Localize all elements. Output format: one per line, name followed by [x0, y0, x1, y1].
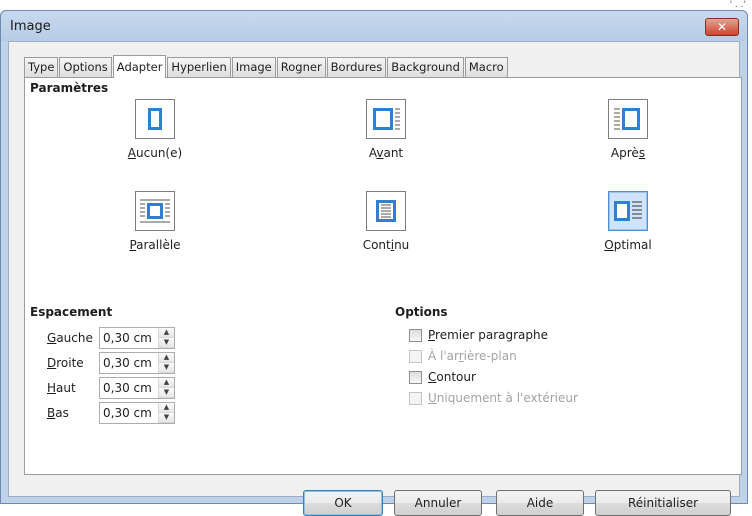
tab-strip: Type Options Adapter Hyperlien Image Rog…	[24, 55, 509, 78]
tab-image[interactable]: Image	[231, 57, 276, 77]
image-dialog: Image ✕ Type Options Adapter Hyperlien I…	[0, 10, 748, 516]
outside-only-option: Uniquement à l'extérieur	[409, 388, 578, 408]
tab-type[interactable]: Type	[24, 57, 59, 77]
spacing-bottom-row: Bas 0,30 cm ▲ ▼	[47, 402, 175, 424]
wrap-after-icon	[608, 99, 648, 139]
spacing-bottom-label: Bas	[47, 406, 69, 420]
spacing-right-row: Droite 0,30 cm ▲ ▼	[47, 352, 175, 374]
wrap-through-icon	[366, 191, 406, 231]
title-bar[interactable]: Image ✕	[1, 11, 747, 41]
wrap-label: Optimal	[604, 238, 652, 252]
contour-option[interactable]: Contour	[409, 367, 476, 387]
espacement-heading: Espacement	[30, 305, 113, 319]
first-paragraph-option[interactable]: Premier paragraphe	[409, 325, 548, 345]
help-button[interactable]: Aide	[496, 490, 584, 516]
first-paragraph-checkbox[interactable]	[409, 328, 422, 342]
spacing-left-row: Gauche 0,30 cm ▲ ▼	[47, 327, 175, 349]
wrap-optimal-icon	[608, 191, 648, 231]
parametres-heading: Paramètres	[30, 81, 109, 95]
cancel-button[interactable]: Annuler	[394, 490, 482, 516]
wrap-option-none[interactable]: Aucun(e)	[95, 99, 215, 160]
wrap-none-icon	[135, 99, 175, 139]
spacing-right-value[interactable]: 0,30 cm	[100, 356, 158, 370]
tab-adapter[interactable]: Adapter	[112, 55, 167, 78]
spin-buttons: ▲ ▼	[158, 328, 174, 348]
wrap-option-after[interactable]: Après	[568, 99, 688, 160]
corner-marks: ' . .'	[729, 0, 746, 10]
wrap-option-optimal[interactable]: Optimal	[568, 191, 688, 252]
dialog-body: Type Options Adapter Hyperlien Image Rog…	[8, 41, 742, 516]
spin-down-icon[interactable]: ▼	[159, 338, 174, 348]
spin-buttons: ▲ ▼	[158, 353, 174, 373]
wrap-option-through[interactable]: Continu	[326, 191, 446, 252]
spin-down-icon[interactable]: ▼	[159, 388, 174, 398]
background-option: À l'arrière-plan	[409, 346, 517, 366]
tab-options[interactable]: Options	[59, 57, 112, 77]
spin-up-icon[interactable]: ▲	[159, 328, 174, 338]
spacing-left-value[interactable]: 0,30 cm	[100, 331, 158, 345]
wrap-label: Aucun(e)	[127, 146, 183, 160]
tab-background[interactable]: Background	[387, 57, 464, 77]
spacing-bottom-value[interactable]: 0,30 cm	[100, 406, 158, 420]
spin-up-icon[interactable]: ▲	[159, 403, 174, 413]
wrap-label: Après	[610, 146, 646, 160]
outside-only-checkbox	[409, 391, 422, 405]
options-heading: Options	[395, 305, 448, 319]
spacing-top-value[interactable]: 0,30 cm	[100, 381, 158, 395]
wrap-parallel-icon	[135, 191, 175, 231]
spin-buttons: ▲ ▼	[158, 378, 174, 398]
spacing-top-label: Haut	[47, 381, 76, 395]
tab-hyperlien[interactable]: Hyperlien	[167, 57, 231, 77]
tab-bordures[interactable]: Bordures	[326, 57, 387, 77]
background-checkbox	[409, 349, 422, 363]
contour-label: Contour	[428, 370, 476, 384]
spin-up-icon[interactable]: ▲	[159, 353, 174, 363]
spin-buttons: ▲ ▼	[158, 403, 174, 423]
wrap-label: Avant	[368, 146, 404, 160]
spin-down-icon[interactable]: ▼	[159, 413, 174, 423]
wrap-label: Parallèle	[129, 238, 181, 252]
spin-up-icon[interactable]: ▲	[159, 378, 174, 388]
tab-rogner[interactable]: Rogner	[276, 57, 326, 77]
close-button[interactable]: ✕	[705, 18, 739, 36]
spacing-top-spinbox[interactable]: 0,30 cm ▲ ▼	[99, 377, 175, 399]
wrap-option-parallel[interactable]: Parallèle	[95, 191, 215, 252]
spacing-bottom-spinbox[interactable]: 0,30 cm ▲ ▼	[99, 402, 175, 424]
wrap-label: Continu	[362, 238, 410, 252]
spacing-left-spinbox[interactable]: 0,30 cm ▲ ▼	[99, 327, 175, 349]
spacing-top-row: Haut 0,30 cm ▲ ▼	[47, 377, 175, 399]
tab-panel-adapter: Paramètres Aucun(e) Avant Après Parallèl…	[24, 77, 742, 475]
first-paragraph-label: Premier paragraphe	[428, 328, 549, 342]
spacing-right-spinbox[interactable]: 0,30 cm ▲ ▼	[99, 352, 175, 374]
outside-only-label: Uniquement à l'extérieur	[428, 391, 578, 405]
spacing-left-label: Gauche	[47, 331, 93, 345]
spacing-right-label: Droite	[47, 356, 84, 370]
reset-button[interactable]: Réinitialiser	[595, 490, 731, 516]
contour-checkbox[interactable]	[409, 370, 422, 384]
spin-down-icon[interactable]: ▼	[159, 363, 174, 373]
ok-button[interactable]: OK	[303, 490, 383, 516]
wrap-option-before[interactable]: Avant	[326, 99, 446, 160]
background-label: À l'arrière-plan	[428, 349, 517, 363]
wrap-before-icon	[366, 99, 406, 139]
dialog-title: Image	[10, 19, 51, 34]
close-icon: ✕	[716, 20, 728, 34]
tab-macro[interactable]: Macro	[464, 57, 508, 77]
